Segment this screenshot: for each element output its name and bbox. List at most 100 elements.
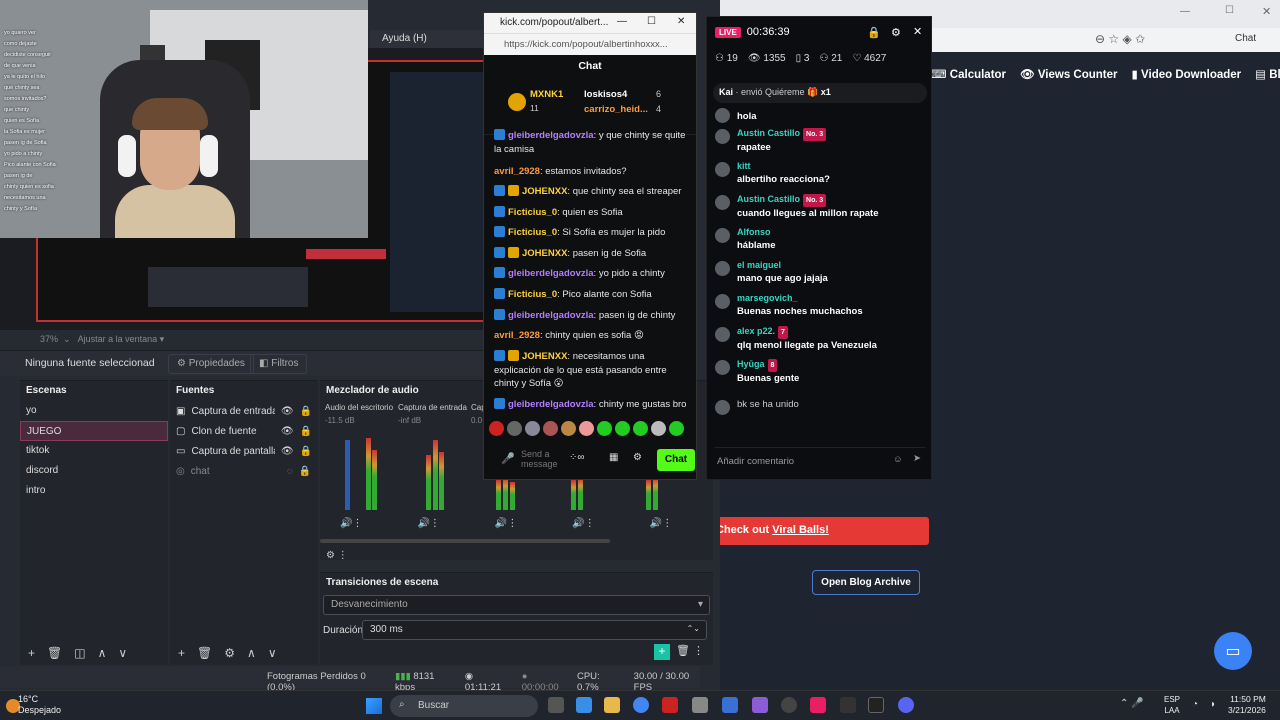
- avatar[interactable]: [715, 129, 730, 144]
- copilot-icon[interactable]: [576, 697, 592, 713]
- filters-button[interactable]: ◧ Filtros: [250, 354, 308, 374]
- open-blog-archive-button[interactable]: Open Blog Archive: [812, 570, 920, 595]
- live-username[interactable]: kitt: [737, 160, 929, 173]
- minimize-icon[interactable]: —: [1180, 6, 1190, 17]
- speaker-icon[interactable]: 🔊⋮: [650, 518, 672, 529]
- down-icon[interactable]: ∨: [118, 646, 127, 662]
- avatar[interactable]: [715, 195, 730, 210]
- trash-icon[interactable]: 🗑: [197, 646, 212, 662]
- trash-icon[interactable]: 🗑 ⋮: [676, 644, 704, 657]
- viral-link[interactable]: Viral Balls!: [772, 524, 829, 536]
- source-item[interactable]: ◎ chat ◌ 🔒: [170, 461, 318, 481]
- emote[interactable]: [561, 421, 576, 436]
- speaker-icon[interactable]: 🔊⋮: [495, 518, 517, 529]
- viral-balls-banner[interactable]: Check out Viral Balls!: [714, 517, 929, 545]
- emote[interactable]: [669, 421, 684, 436]
- speaker-icon[interactable]: 🔊⋮: [417, 518, 439, 529]
- maximize-icon[interactable]: ☐: [1225, 5, 1234, 16]
- volume-icon[interactable]: ◗: [1210, 699, 1216, 710]
- add-icon[interactable]: +: [28, 646, 35, 662]
- chat-username[interactable]: JOHENXX: [522, 351, 567, 362]
- close-icon[interactable]: ✕: [1262, 5, 1271, 18]
- close-icon[interactable]: ✕: [913, 25, 922, 38]
- mic-icon[interactable]: 🎤: [501, 452, 515, 465]
- settings-icon[interactable]: ⚙: [891, 26, 901, 39]
- chat-username[interactable]: JOHENXX: [522, 248, 567, 259]
- language-indicator[interactable]: ESP LAA: [1164, 694, 1180, 716]
- filter-icon[interactable]: ◫: [74, 646, 85, 662]
- avatar[interactable]: [715, 108, 730, 123]
- epic-games-icon[interactable]: [868, 697, 884, 713]
- gear-icon[interactable]: ⚙: [224, 646, 235, 662]
- chat-username[interactable]: gleiberdelgadovzla: [508, 310, 594, 321]
- emote[interactable]: [489, 421, 504, 436]
- scene-item[interactable]: discord: [20, 461, 168, 481]
- add-transition-button[interactable]: +: [654, 644, 670, 660]
- message-input[interactable]: Send a message: [521, 449, 561, 469]
- mixer-scrollbar[interactable]: [320, 539, 610, 543]
- transition-select[interactable]: Desvanecimiento ▾: [323, 595, 710, 615]
- live-username[interactable]: alex p22. 7: [737, 325, 929, 339]
- emote[interactable]: [525, 421, 540, 436]
- extensions-icon[interactable]: ⊖ ☆ ◈ ✩: [1095, 32, 1145, 46]
- lock-icon[interactable]: 🔒: [867, 26, 881, 39]
- emote[interactable]: [507, 421, 522, 436]
- eye-icon[interactable]: 👁: [281, 426, 294, 437]
- popout-url[interactable]: https://kick.com/popout/albertinhoxxx...: [484, 33, 696, 55]
- mail-icon[interactable]: [722, 697, 738, 713]
- chat-username[interactable]: gleiberdelgadovzla: [508, 268, 594, 279]
- properties-button[interactable]: ⚙ Propiedades: [168, 354, 254, 374]
- scene-item[interactable]: yo: [20, 401, 168, 421]
- live-username[interactable]: marsegovich_: [737, 292, 929, 305]
- discord-icon[interactable]: [898, 697, 914, 713]
- chat-username[interactable]: Ficticius_0: [508, 207, 557, 218]
- maximize-icon[interactable]: ☐: [647, 16, 656, 27]
- chat-username[interactable]: Ficticius_0: [508, 289, 557, 300]
- emote[interactable]: [543, 421, 558, 436]
- up-icon[interactable]: ∧: [98, 646, 107, 662]
- avatar[interactable]: [715, 360, 730, 375]
- eye-icon[interactable]: 👁: [281, 446, 294, 457]
- network-icon[interactable]: ◔: [1192, 699, 1198, 710]
- avatar[interactable]: [715, 162, 730, 177]
- chrome-icon[interactable]: [633, 697, 649, 713]
- eye-hidden-icon[interactable]: ◌: [287, 466, 293, 477]
- up-icon[interactable]: ∧: [247, 646, 256, 662]
- menu-help[interactable]: Ayuda (H): [370, 30, 485, 48]
- nav-blog[interactable]: ▤ Blog: [1255, 67, 1280, 81]
- live-username[interactable]: Hyūga 8: [737, 358, 929, 372]
- emote-picker-icon[interactable]: ⁘∞: [569, 452, 585, 463]
- send-icon[interactable]: ➤: [913, 453, 921, 464]
- emote[interactable]: [597, 421, 612, 436]
- taskview-icon[interactable]: [548, 697, 564, 713]
- chat-username[interactable]: avril_2928: [494, 166, 540, 177]
- duration-input[interactable]: 300 ms ⌃⌄: [362, 620, 707, 640]
- start-icon[interactable]: [366, 698, 382, 714]
- chat-username[interactable]: avril_2928: [494, 330, 540, 341]
- app-icon[interactable]: [662, 697, 678, 713]
- weather-widget[interactable]: 16°C Despejado: [18, 694, 61, 716]
- speaker-icon[interactable]: 🔊⋮: [572, 518, 594, 529]
- lock-icon[interactable]: 🔒: [300, 406, 312, 417]
- chat-bubble-icon[interactable]: ▭: [1214, 632, 1252, 670]
- app-icon[interactable]: [692, 697, 708, 713]
- source-item[interactable]: ▢ Clon de fuente 👁 🔒: [170, 421, 318, 441]
- tray-icons[interactable]: ⌃ 🎤: [1120, 698, 1144, 709]
- chat-username[interactable]: gleiberdelgadovzla: [508, 130, 594, 141]
- live-username[interactable]: Alfonso: [737, 226, 929, 239]
- clock[interactable]: 11:50 PM 3/21/2026: [1228, 694, 1266, 716]
- live-username[interactable]: Austin Castillo No. 3: [737, 193, 929, 207]
- chat-label[interactable]: Chat: [1235, 33, 1256, 44]
- gear-icon[interactable]: ⚙: [633, 452, 642, 463]
- trash-icon[interactable]: 🗑: [47, 646, 62, 662]
- source-item[interactable]: ▭Captura de pantalla 3👁🔒: [170, 441, 318, 461]
- close-icon[interactable]: ✕: [677, 16, 685, 27]
- source-item[interactable]: ▣Captura de entrada d👁🔒: [170, 401, 318, 421]
- emote[interactable]: [633, 421, 648, 436]
- mixer-settings-icon[interactable]: ⚙ ⋮: [326, 550, 348, 561]
- lock-icon[interactable]: 🔒: [300, 446, 312, 457]
- send-chat-button[interactable]: Chat: [657, 449, 695, 471]
- obs-icon[interactable]: [781, 697, 797, 713]
- lock-icon[interactable]: 🔒: [299, 466, 311, 477]
- nav-views-counter[interactable]: 👁 Views Counter: [1020, 67, 1117, 81]
